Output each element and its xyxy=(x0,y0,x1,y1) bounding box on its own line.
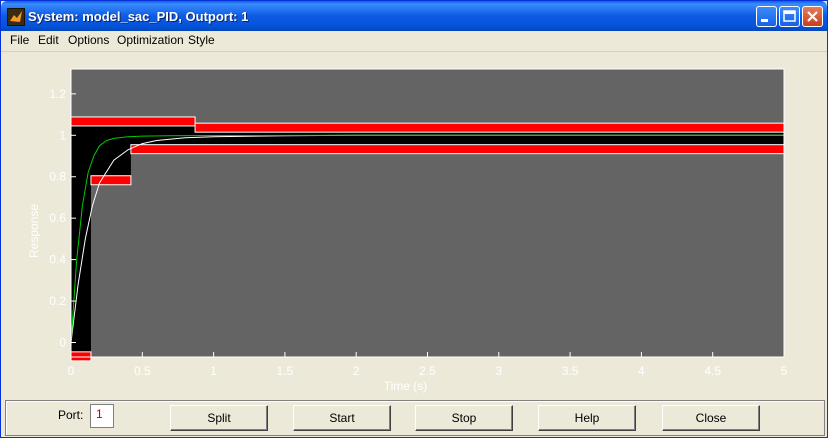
y-tick-label-6: 1.2 xyxy=(49,87,66,101)
port-label: Port: xyxy=(58,408,84,422)
menu-bar: File Edit Options Optimization Style xyxy=(1,31,827,52)
simulink-response-window: System: model_sac_PID, Outport: 1 File E… xyxy=(0,0,828,438)
menu-file[interactable]: File xyxy=(10,33,29,47)
lower-bound-segment-0 xyxy=(70,351,92,362)
maximize-button[interactable] xyxy=(779,6,800,27)
x-tick-label-6: 3 xyxy=(495,364,502,378)
y-tick-label-3: 0.6 xyxy=(49,211,66,225)
y-tick-label-2: 0.4 xyxy=(49,253,66,267)
y-tick-label-0: 0 xyxy=(59,335,66,349)
x-tick-label-10: 5 xyxy=(781,364,788,378)
response-chart[interactable]: 0 0.5 1 1.5 2 2.5 3 3.5 4 4.5 5 0 0.2 0.4 0.6 0.8 1 1.2 Ti… xyxy=(7,52,823,395)
minimize-icon xyxy=(761,19,768,22)
control-bar: Port: 1 Split Start Stop Help Close xyxy=(5,400,825,436)
plot-background xyxy=(71,69,784,357)
x-tick-label-3: 1.5 xyxy=(277,364,294,378)
port-input[interactable]: 1 xyxy=(90,404,114,428)
upper-bound-segment-0 xyxy=(70,116,196,127)
close-icon xyxy=(807,11,818,22)
y-axis-label: Response xyxy=(27,204,41,258)
stop-button[interactable]: Stop xyxy=(415,405,513,431)
close-button[interactable]: Close xyxy=(662,405,760,431)
title-bar[interactable]: System: model_sac_PID, Outport: 1 xyxy=(1,1,827,31)
upper-bound-segment-1 xyxy=(194,122,785,133)
x-tick-label-9: 4.5 xyxy=(704,364,721,378)
x-tick-label-1: 0.5 xyxy=(134,364,151,378)
y-tick-label-4: 0.8 xyxy=(49,170,66,184)
split-button[interactable]: Split xyxy=(170,405,268,431)
x-tick-label-0: 0 xyxy=(68,364,75,378)
close-window-button[interactable] xyxy=(802,6,823,27)
x-tick-label-4: 2 xyxy=(353,364,360,378)
lower-bound-segment-2 xyxy=(130,144,785,155)
x-axis-label: Time (s) xyxy=(384,379,428,393)
x-tick-label-5: 2.5 xyxy=(419,364,436,378)
y-tick-label-1: 0.2 xyxy=(49,294,66,308)
menu-edit[interactable]: Edit xyxy=(38,33,59,47)
y-tick-label-5: 1 xyxy=(59,128,66,142)
x-tick-label-7: 3.5 xyxy=(562,364,579,378)
matlab-app-icon[interactable] xyxy=(7,8,25,26)
x-tick-label-2: 1 xyxy=(210,364,217,378)
lower-bound-segment-1 xyxy=(90,175,132,186)
minimize-button[interactable] xyxy=(756,6,777,27)
x-tick-label-8: 4 xyxy=(638,364,645,378)
menu-style[interactable]: Style xyxy=(188,33,215,47)
help-button[interactable]: Help xyxy=(538,405,636,431)
plot-area: 0 0.5 1 1.5 2 2.5 3 3.5 4 4.5 5 0 0.2 0.4 0.6 0.8 1 1.2 Ti… xyxy=(7,52,823,395)
start-button[interactable]: Start xyxy=(293,405,391,431)
menu-options[interactable]: Options xyxy=(68,33,109,47)
menu-optimization[interactable]: Optimization xyxy=(117,33,184,47)
maximize-icon xyxy=(783,10,796,22)
window-title: System: model_sac_PID, Outport: 1 xyxy=(28,9,249,24)
